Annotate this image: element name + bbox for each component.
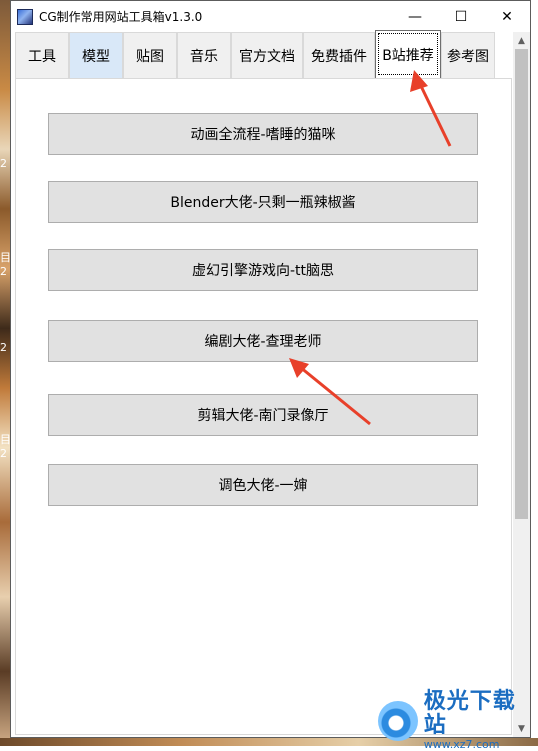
desktop-edge-glyph: 2	[0, 265, 7, 278]
maximize-icon: ☐	[454, 8, 468, 25]
scroll-thumb[interactable]	[515, 49, 528, 519]
link-button-color-grading[interactable]: 调色大佬-一婶	[48, 464, 478, 506]
tab-label: 官方文档	[239, 48, 295, 65]
close-icon: ✕	[501, 8, 513, 25]
tab-label: 参考图	[447, 48, 489, 65]
button-label: 调色大佬-一婶	[218, 478, 308, 494]
maximize-button[interactable]: ☐	[438, 1, 484, 32]
watermark-logo-icon	[378, 700, 418, 741]
link-button-screenwriter[interactable]: 编剧大佬-查理老师	[48, 320, 478, 362]
tab-bilibili-recommend[interactable]: B站推荐	[375, 30, 441, 78]
tab-label: B站推荐	[382, 47, 434, 64]
tab-panel: 动画全流程-嗜睡的猫咪 Blender大佬-只剩一瓶辣椒酱 虚幻引擎游戏向-tt…	[15, 78, 512, 735]
watermark-url: www.xz7.com	[423, 738, 500, 751]
button-label: 虚幻引擎游戏向-tt脑思	[191, 263, 335, 279]
tab-music[interactable]: 音乐	[177, 32, 231, 78]
vertical-scrollbar[interactable]: ▲ ▼	[513, 32, 530, 737]
tab-label: 音乐	[190, 48, 218, 65]
tab-label: 工具	[28, 48, 56, 65]
watermark: 极光下载站 www.xz7.com	[378, 690, 538, 751]
window-title: CG制作常用网站工具箱v1.3.0	[39, 10, 203, 24]
desktop-background: 2 目 2 2 目 2	[0, 0, 11, 746]
desktop-edge-glyph: 2	[0, 157, 7, 170]
desktop-edge-glyph: 2	[0, 447, 7, 460]
window-controls: — ☐ ✕	[392, 1, 530, 32]
tab-free-plugins[interactable]: 免费插件	[303, 32, 375, 78]
scroll-up-icon[interactable]: ▲	[513, 32, 530, 49]
tab-models[interactable]: 模型	[69, 32, 123, 78]
tab-label: 贴图	[136, 48, 164, 65]
button-label: 编剧大佬-查理老师	[204, 334, 322, 350]
link-button-unreal-engine[interactable]: 虚幻引擎游戏向-tt脑思	[48, 249, 478, 291]
button-label: Blender大佬-只剩一瓶辣椒酱	[170, 195, 356, 211]
tab-label: 模型	[82, 48, 110, 65]
button-label: 动画全流程-嗜睡的猫咪	[190, 127, 336, 143]
app-icon	[17, 8, 33, 25]
app-window: CG制作常用网站工具箱v1.3.0 — ☐ ✕ 工具 模型 贴图 音乐 官方文档…	[10, 0, 531, 738]
button-label: 剪辑大佬-南门录像厅	[197, 408, 329, 424]
tab-bar: 工具 模型 贴图 音乐 官方文档 免费插件 B站推荐 参考图	[15, 30, 495, 78]
minimize-icon: —	[408, 8, 422, 25]
tab-textures[interactable]: 贴图	[123, 32, 177, 78]
tab-reference-images[interactable]: 参考图	[441, 32, 495, 78]
link-button-video-editing[interactable]: 剪辑大佬-南门录像厅	[48, 394, 478, 436]
desktop-edge-glyph: 2	[0, 341, 7, 354]
tab-tools[interactable]: 工具	[15, 32, 69, 78]
link-button-blender[interactable]: Blender大佬-只剩一瓶辣椒酱	[48, 181, 478, 223]
watermark-brand: 极光下载站	[423, 689, 516, 738]
title-bar[interactable]: CG制作常用网站工具箱v1.3.0 — ☐ ✕	[11, 1, 530, 32]
close-button[interactable]: ✕	[484, 1, 530, 32]
tab-label: 免费插件	[311, 48, 367, 65]
link-button-animation-pipeline[interactable]: 动画全流程-嗜睡的猫咪	[48, 113, 478, 155]
tab-official-docs[interactable]: 官方文档	[231, 32, 303, 78]
minimize-button[interactable]: —	[392, 1, 438, 32]
